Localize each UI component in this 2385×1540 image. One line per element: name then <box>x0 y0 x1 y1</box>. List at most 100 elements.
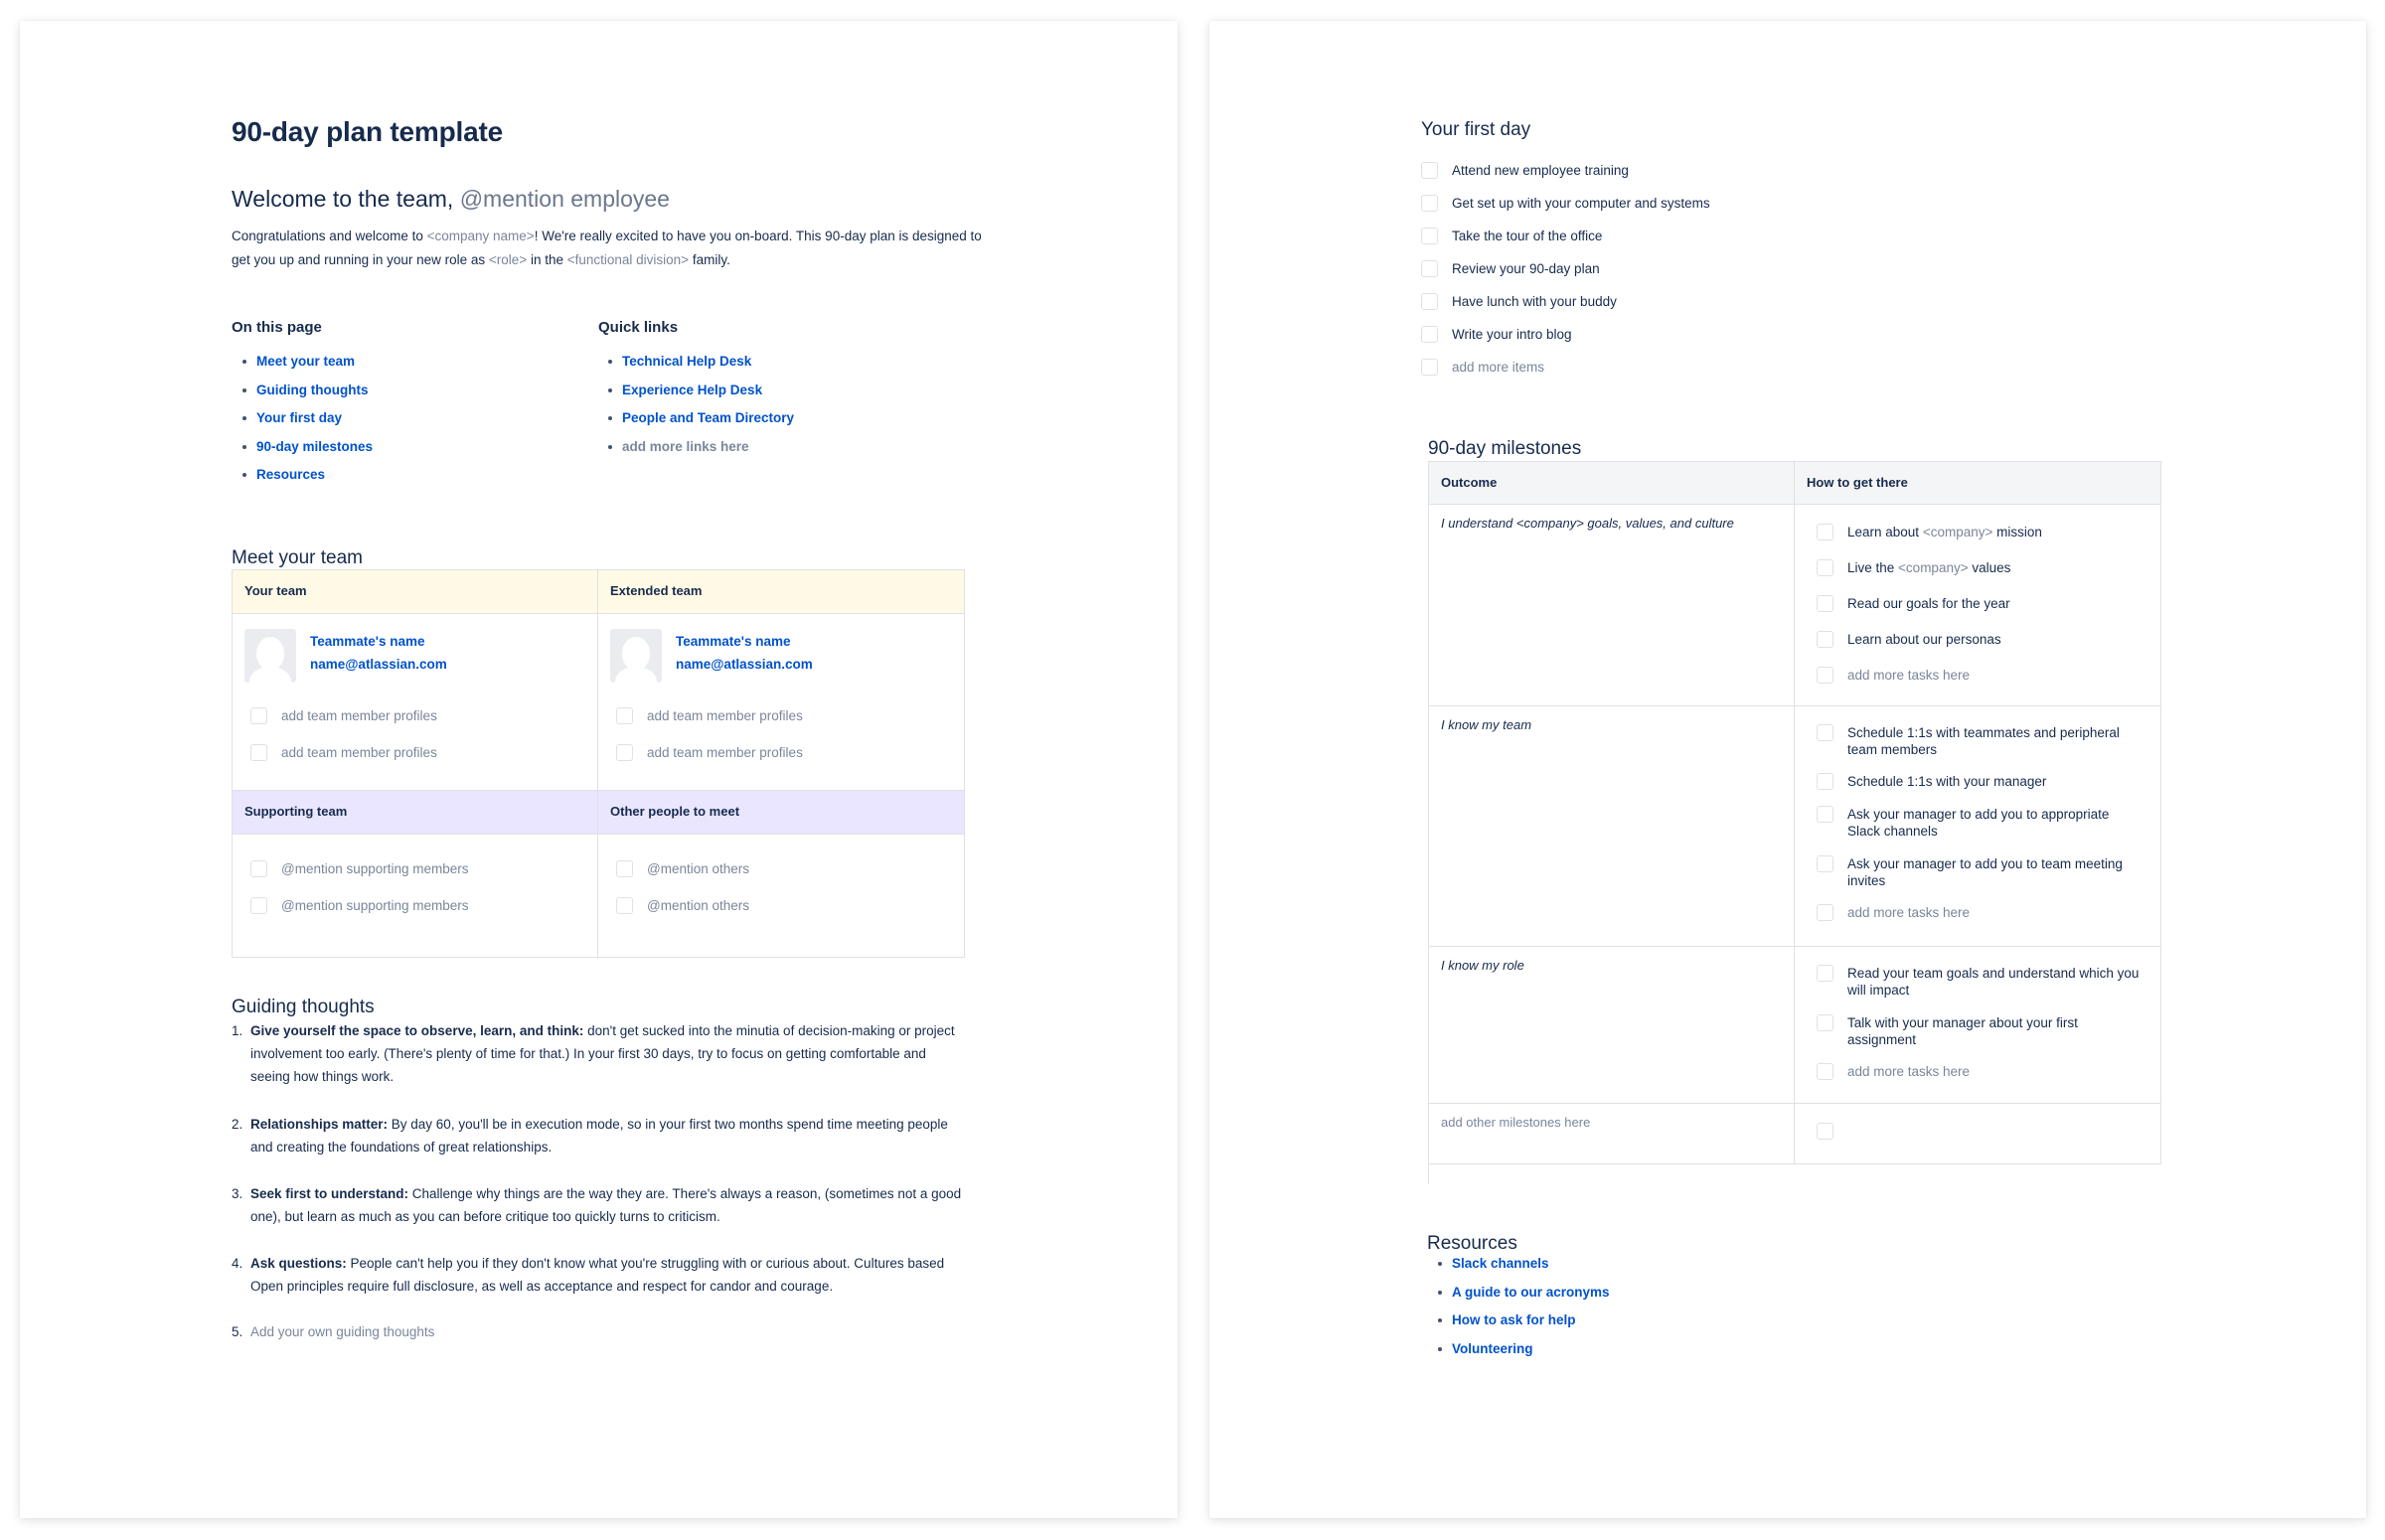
add-milestones-placeholder[interactable]: add other milestones here <box>1441 1115 1590 1130</box>
task-checkbox[interactable] <box>1817 524 1833 540</box>
task-checkbox[interactable] <box>250 744 267 761</box>
toc-link-resources[interactable]: Resources <box>256 467 325 482</box>
task-label: Attend new employee training <box>1452 163 1629 178</box>
first-day-heading: Your first day <box>1421 119 1531 140</box>
teammate-email-link[interactable]: name@atlassian.com <box>676 657 813 672</box>
guiding-thoughts-list: 1. Give yourself the space to observe, le… <box>232 1019 987 1377</box>
task-checkbox[interactable] <box>1817 855 1833 872</box>
task-checkbox[interactable] <box>1817 904 1833 921</box>
add-tasks-placeholder[interactable]: add more tasks here <box>1847 1063 1970 1080</box>
task-checkbox[interactable] <box>1421 162 1438 179</box>
add-items-placeholder[interactable]: add more items <box>1452 360 1544 375</box>
toc-link-milestones[interactable]: 90-day milestones <box>256 439 373 454</box>
task-checkbox[interactable] <box>616 860 633 877</box>
task-placeholder[interactable]: add team member profiles <box>647 707 803 724</box>
resource-link-volunteering[interactable]: Volunteering <box>1452 1341 1533 1356</box>
mention-placeholder[interactable]: @mention others <box>647 860 749 877</box>
toc-link-guiding-thoughts[interactable]: Guiding thoughts <box>256 383 368 397</box>
task-checkbox[interactable] <box>1421 293 1438 310</box>
thought-title: Relationships matter: <box>250 1117 389 1132</box>
toc-item: Your first day <box>233 408 373 437</box>
guiding-thought-item: 5. Add your own guiding thoughts <box>232 1320 967 1343</box>
company-placeholder[interactable]: <company> <box>1923 525 1993 539</box>
company-placeholder[interactable]: <company> <box>1898 560 1969 575</box>
outcome-header: Outcome <box>1441 475 1498 490</box>
checklist-item: Get set up with your computer and system… <box>1421 195 1710 212</box>
toc-item: Resources <box>233 465 373 494</box>
employee-mention[interactable]: @mention employee <box>460 186 670 212</box>
task-checkbox[interactable] <box>1817 595 1833 612</box>
intro-text: Congratulations and welcome to <box>232 229 427 243</box>
division-placeholder[interactable]: <functional division> <box>567 252 689 267</box>
task-item: Schedule 1:1s with teammates and periphe… <box>1817 724 2145 758</box>
task-checkbox[interactable] <box>1421 359 1438 376</box>
add-tasks-placeholder[interactable]: add more tasks here <box>1847 667 1970 684</box>
avatar-placeholder-icon <box>244 629 296 683</box>
toc-link-meet-your-team[interactable]: Meet your team <box>256 354 355 369</box>
task-checkbox[interactable] <box>616 897 633 914</box>
company-name-placeholder[interactable]: <company name> <box>427 229 535 243</box>
task-item: Read your team goals and understand whic… <box>1817 965 2145 999</box>
mention-placeholder[interactable]: @mention supporting members <box>281 860 469 877</box>
task-checkbox[interactable] <box>1817 559 1833 576</box>
add-thought-placeholder[interactable]: Add your own guiding thoughts <box>250 1324 434 1339</box>
task-checkbox[interactable] <box>1817 631 1833 648</box>
resource-item: How to ask for help <box>1428 1310 1610 1339</box>
outcome-text: I know my team <box>1441 717 1532 732</box>
checklist-item: Write your intro blog <box>1421 326 1572 343</box>
quick-link-people-directory[interactable]: People and Team Directory <box>622 410 794 425</box>
resource-link-acronyms[interactable]: A guide to our acronyms <box>1452 1285 1610 1300</box>
task-checkbox[interactable] <box>616 744 633 761</box>
teammate-name-link[interactable]: Teammate's name <box>676 634 791 649</box>
resources-list: Slack channels A guide to our acronyms H… <box>1428 1254 1610 1367</box>
guiding-thought-item: 4. Ask questions: People can't help you i… <box>232 1252 967 1298</box>
task-checkbox[interactable] <box>1817 1123 1833 1140</box>
task-checkbox[interactable] <box>1421 326 1438 343</box>
resource-link-slack[interactable]: Slack channels <box>1452 1256 1549 1271</box>
resource-item: Slack channels <box>1428 1254 1610 1283</box>
task-checkbox[interactable] <box>616 707 633 724</box>
how-header: How to get there <box>1807 475 1908 490</box>
task-checkbox[interactable] <box>1817 965 1833 982</box>
quick-link-item: Technical Help Desk <box>598 352 794 381</box>
task-placeholder[interactable]: add team member profiles <box>281 707 437 724</box>
task-checkbox[interactable] <box>1817 1014 1833 1031</box>
task-placeholder[interactable]: add team member profiles <box>647 744 803 761</box>
task-checkbox[interactable] <box>1817 806 1833 823</box>
toc-link-your-first-day[interactable]: Your first day <box>256 410 342 425</box>
thought-title: Give yourself the space to observe, lear… <box>250 1023 584 1038</box>
add-tasks-placeholder[interactable]: add more tasks here <box>1847 904 1970 921</box>
task-checkbox[interactable] <box>1421 228 1438 244</box>
task-placeholder[interactable]: add team member profiles <box>281 744 437 761</box>
task-label: Schedule 1:1s with your manager <box>1847 774 2047 789</box>
add-links-placeholder[interactable]: add more links here <box>622 439 749 454</box>
task-checkbox[interactable] <box>1817 724 1833 741</box>
intro-text: family. <box>689 252 730 267</box>
supporting-team-header-cell: Supporting team <box>233 791 598 835</box>
avatar-placeholder-icon <box>610 629 662 683</box>
task-checkbox[interactable] <box>1421 195 1438 212</box>
quick-link-technical-help-desk[interactable]: Technical Help Desk <box>622 354 751 369</box>
mention-placeholder[interactable]: @mention others <box>647 897 749 914</box>
quick-link-experience-help-desk[interactable]: Experience Help Desk <box>622 383 762 397</box>
teammate-name-link[interactable]: Teammate's name <box>310 634 425 649</box>
outcome-cell: I understand <company> goals, values, an… <box>1429 505 1795 706</box>
resource-link-help[interactable]: How to ask for help <box>1452 1312 1576 1327</box>
checklist-item: Attend new employee training <box>1421 162 1629 179</box>
task-checkbox[interactable] <box>1421 260 1438 277</box>
task-checkbox[interactable] <box>1817 667 1833 684</box>
checklist-item: Have lunch with your buddy <box>1421 293 1617 310</box>
resource-item: A guide to our acronyms <box>1428 1283 1610 1311</box>
task-checkbox[interactable] <box>250 707 267 724</box>
milestones-heading: 90-day milestones <box>1428 438 1582 459</box>
document-page-1: 90-day plan template Welcome to the team… <box>20 21 1178 1518</box>
task-label: Learn about <company> mission <box>1847 525 2042 539</box>
role-placeholder[interactable]: <role> <box>489 252 527 267</box>
task-item: add team member profiles <box>250 707 437 724</box>
mention-placeholder[interactable]: @mention supporting members <box>281 897 469 914</box>
task-checkbox[interactable] <box>250 860 267 877</box>
task-checkbox[interactable] <box>1817 773 1833 790</box>
teammate-email-link[interactable]: name@atlassian.com <box>310 657 447 672</box>
task-checkbox[interactable] <box>250 897 267 914</box>
task-checkbox[interactable] <box>1817 1063 1833 1080</box>
